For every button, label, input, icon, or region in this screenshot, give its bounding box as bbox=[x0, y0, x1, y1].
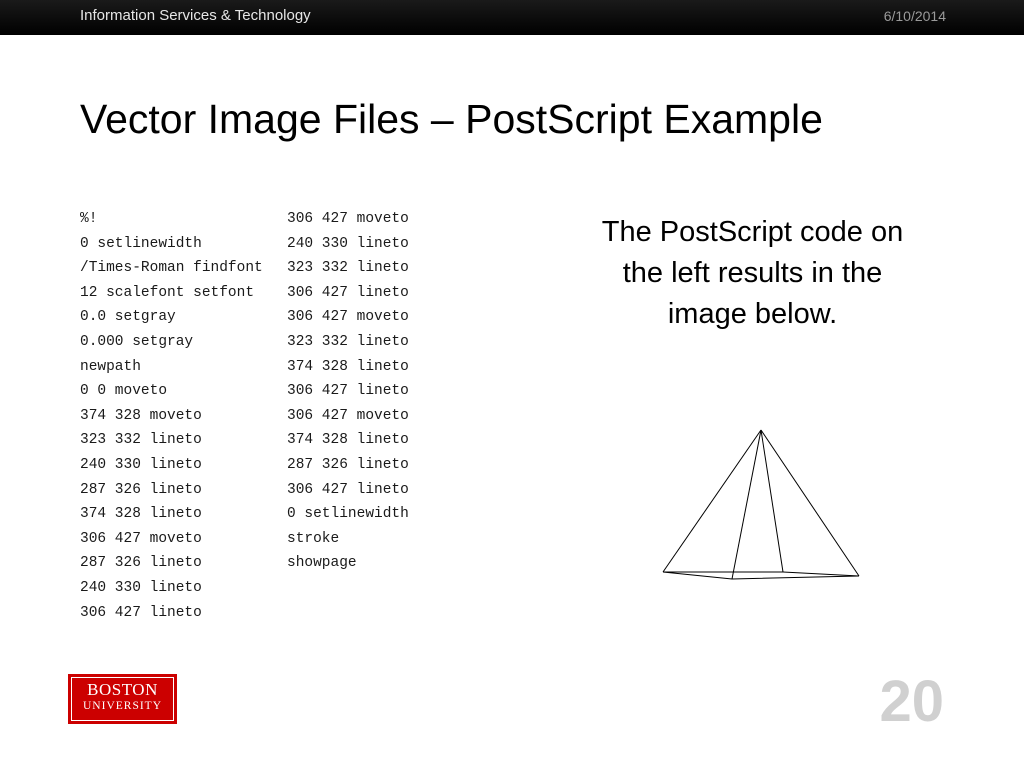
code-line: 306 427 lineto bbox=[287, 284, 409, 301]
code-listing-left: %! 0 setlinewidth/Times-Roman findfont 12 … bbox=[80, 210, 285, 628]
code-line: 374 328 lineto bbox=[80, 506, 202, 523]
code-line: 374 328 lineto bbox=[287, 358, 409, 375]
code-line: 374 328 lineto bbox=[287, 432, 409, 449]
code-line: 306 427 lineto bbox=[287, 481, 409, 498]
code-line: stroke bbox=[287, 530, 340, 547]
pyramid-base-front bbox=[662, 571, 860, 580]
code-line: 287 326 lineto bbox=[287, 456, 409, 473]
pyramid-edge-inner-left bbox=[731, 429, 762, 580]
slide: Information Services & Technology 6/10/2… bbox=[0, 0, 1024, 768]
code-line: 0 setlinewidth bbox=[80, 235, 202, 252]
header-org: Information Services & Technology bbox=[80, 7, 311, 24]
code-line: 287 326 lineto bbox=[80, 555, 202, 572]
code-line: 306 427 moveto bbox=[287, 211, 409, 227]
code-line: 240 330 lineto bbox=[80, 456, 202, 473]
code-line: 306 427 moveto bbox=[287, 407, 409, 424]
header-bar: Information Services & Technology 6/10/2… bbox=[0, 0, 1024, 35]
code-line: 0.000 setgray bbox=[80, 333, 194, 350]
code-listing-right: 306 427 moveto 240 330 lineto 323 332 line… bbox=[287, 210, 467, 579]
code-line: newpath bbox=[80, 358, 141, 375]
code-line: %! bbox=[80, 211, 98, 227]
pyramid-edge-right bbox=[760, 429, 860, 577]
code-line: 0 setlinewidth bbox=[287, 506, 409, 523]
code-line: /Times-Roman findfont bbox=[80, 260, 263, 277]
pyramid-edge-left bbox=[662, 429, 762, 573]
code-line: 287 326 lineto bbox=[80, 481, 202, 498]
code-line: 306 427 moveto bbox=[80, 530, 202, 547]
page-number: 20 bbox=[879, 669, 944, 734]
code-line: 306 427 lineto bbox=[287, 383, 409, 400]
pyramid-drawing bbox=[662, 429, 860, 580]
logo-text-university: UNIVERSITY bbox=[83, 700, 162, 712]
code-line: 323 332 lineto bbox=[287, 260, 409, 277]
code-line: 240 330 lineto bbox=[287, 235, 409, 252]
code-line: 323 332 lineto bbox=[80, 432, 202, 449]
code-line: 240 330 lineto bbox=[80, 579, 202, 596]
code-line: 374 328 moveto bbox=[80, 407, 202, 424]
boston-university-logo: BOSTON UNIVERSITY bbox=[68, 674, 177, 724]
code-line: showpage bbox=[287, 555, 357, 572]
header-date: 6/10/2014 bbox=[883, 8, 946, 24]
logo-text-boston: BOSTON bbox=[87, 680, 158, 699]
code-line: 0 0 moveto bbox=[80, 383, 168, 400]
slide-title: Vector Image Files – PostScript Example bbox=[80, 96, 823, 142]
code-line: 0.0 setgray bbox=[80, 309, 176, 326]
code-line: 306 427 moveto bbox=[287, 309, 409, 326]
pyramid-edge-inner-right bbox=[760, 429, 784, 573]
description-text: The PostScript code on the left results … bbox=[601, 216, 904, 330]
code-line: 12 scalefont setfont bbox=[80, 284, 255, 301]
code-line: 306 427 lineto bbox=[80, 604, 202, 621]
code-line: 323 332 lineto bbox=[287, 333, 409, 350]
